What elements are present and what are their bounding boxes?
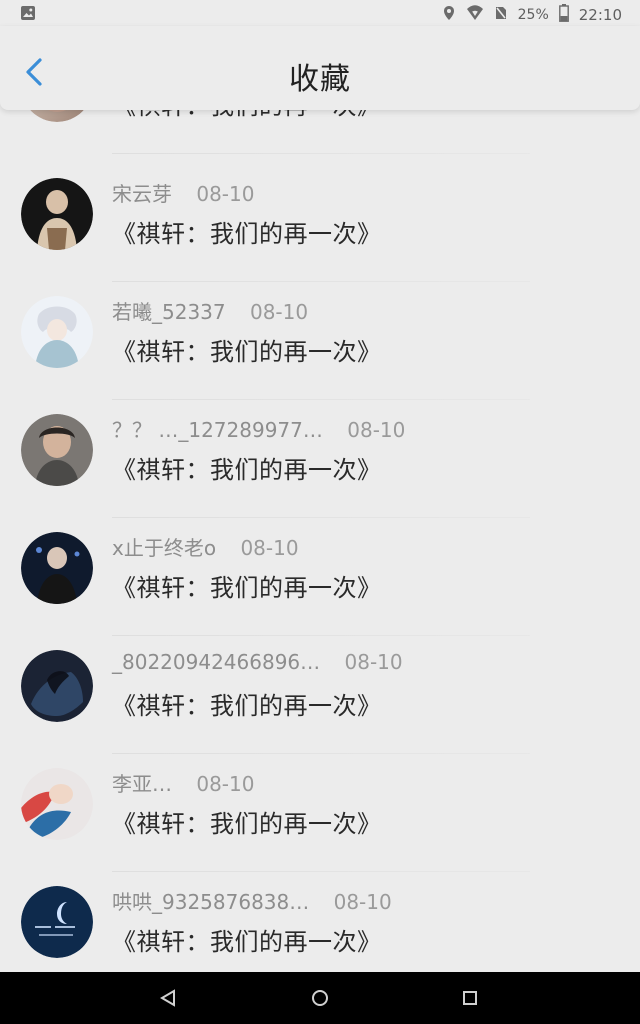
divider — [112, 153, 530, 154]
comment-text: 《祺轩：我们的再一次》 — [112, 692, 382, 720]
username[interactable]: 宋云芽 — [112, 178, 172, 207]
avatar[interactable] — [21, 768, 93, 840]
comment-date: 08-10 — [249, 300, 309, 324]
avatar[interactable] — [21, 178, 93, 250]
comment-item[interactable]: _80220942466896… 08-10 《祺轩：我们的再一次》 — [0, 636, 640, 754]
username[interactable]: ？？ …_127289977… — [112, 414, 323, 443]
gallery-icon — [20, 5, 36, 25]
username[interactable]: _80220942466896… — [112, 650, 320, 674]
username[interactable]: 哄哄_9325876838… — [112, 886, 309, 915]
comment-item[interactable]: 宋云芽 08-10 《祺轩：我们的再一次》 — [0, 164, 640, 282]
clock: 22:10 — [578, 6, 622, 24]
favorites-list: 《祺轩：我们的再一次》 宋云芽 08-10 《祺轩：我们的再一次》 — [0, 60, 640, 972]
system-nav-bar — [0, 972, 640, 1024]
comment-item[interactable]: 李亚… 08-10 《祺轩：我们的再一次》 — [0, 754, 640, 872]
comment-meta: 宋云芽 08-10 — [112, 178, 254, 207]
back-triangle-icon[interactable] — [156, 986, 180, 1010]
comment-text: 《祺轩：我们的再一次》 — [112, 574, 382, 602]
comment-date: 08-10 — [196, 772, 255, 796]
comment-date: 08-10 — [196, 182, 255, 206]
avatar[interactable] — [21, 886, 93, 958]
comment-item[interactable]: ？？ …_127289977… 08-10 《祺轩：我们的再一次》 — [0, 400, 640, 518]
comment-text: 《祺轩：我们的再一次》 — [112, 220, 382, 248]
comment-text: 《祺轩：我们的再一次》 — [112, 456, 382, 484]
avatar[interactable] — [21, 532, 93, 604]
comment-meta: 哄哄_9325876838… 08-10 — [112, 886, 392, 915]
recents-square-icon[interactable] — [458, 986, 482, 1010]
comment-item[interactable]: 若曦_52337 08-10 《祺轩：我们的再一次》 — [0, 282, 640, 400]
no-sim-icon — [494, 5, 508, 25]
page-title: 收藏 — [289, 62, 351, 97]
comment-date: 08-10 — [240, 536, 299, 560]
comment-text: 《祺轩：我们的再一次》 — [112, 928, 382, 956]
comment-meta: 李亚… 08-10 — [112, 768, 254, 797]
comment-meta: x止于终老o 08-10 — [112, 532, 299, 561]
status-right-group: 25% 22:10 — [442, 4, 622, 26]
comment-date: 08-10 — [333, 890, 392, 914]
location-icon — [442, 5, 456, 25]
wifi-icon — [466, 5, 484, 25]
comment-date: 08-10 — [347, 418, 406, 442]
avatar[interactable] — [21, 296, 93, 368]
comment-item[interactable]: x止于终老o 08-10 《祺轩：我们的再一次》 — [0, 518, 640, 636]
comment-text: 《祺轩：我们的再一次》 — [112, 338, 382, 366]
app-bar: 收藏 — [0, 26, 640, 110]
comment-meta: ？？ …_127289977… 08-10 — [112, 414, 405, 443]
comment-meta: _80220942466896… 08-10 — [112, 650, 403, 674]
avatar[interactable] — [21, 414, 93, 486]
username[interactable]: 若曦_52337 — [112, 296, 226, 325]
home-circle-icon[interactable] — [308, 986, 332, 1010]
comment-date: 08-10 — [344, 650, 403, 674]
battery-percent: 25% — [517, 7, 549, 23]
comment-meta: 若曦_52337 08-10 — [112, 296, 308, 325]
username[interactable]: 李亚… — [112, 768, 172, 797]
avatar[interactable] — [21, 650, 93, 722]
comment-item[interactable]: 哄哄_9325876838… 08-10 《祺轩：我们的再一次》 — [0, 872, 640, 972]
battery-icon — [558, 4, 569, 26]
username[interactable]: x止于终老o — [112, 532, 216, 561]
status-bar: 25% 22:10 — [0, 0, 640, 26]
comment-text: 《祺轩：我们的再一次》 — [112, 810, 382, 838]
